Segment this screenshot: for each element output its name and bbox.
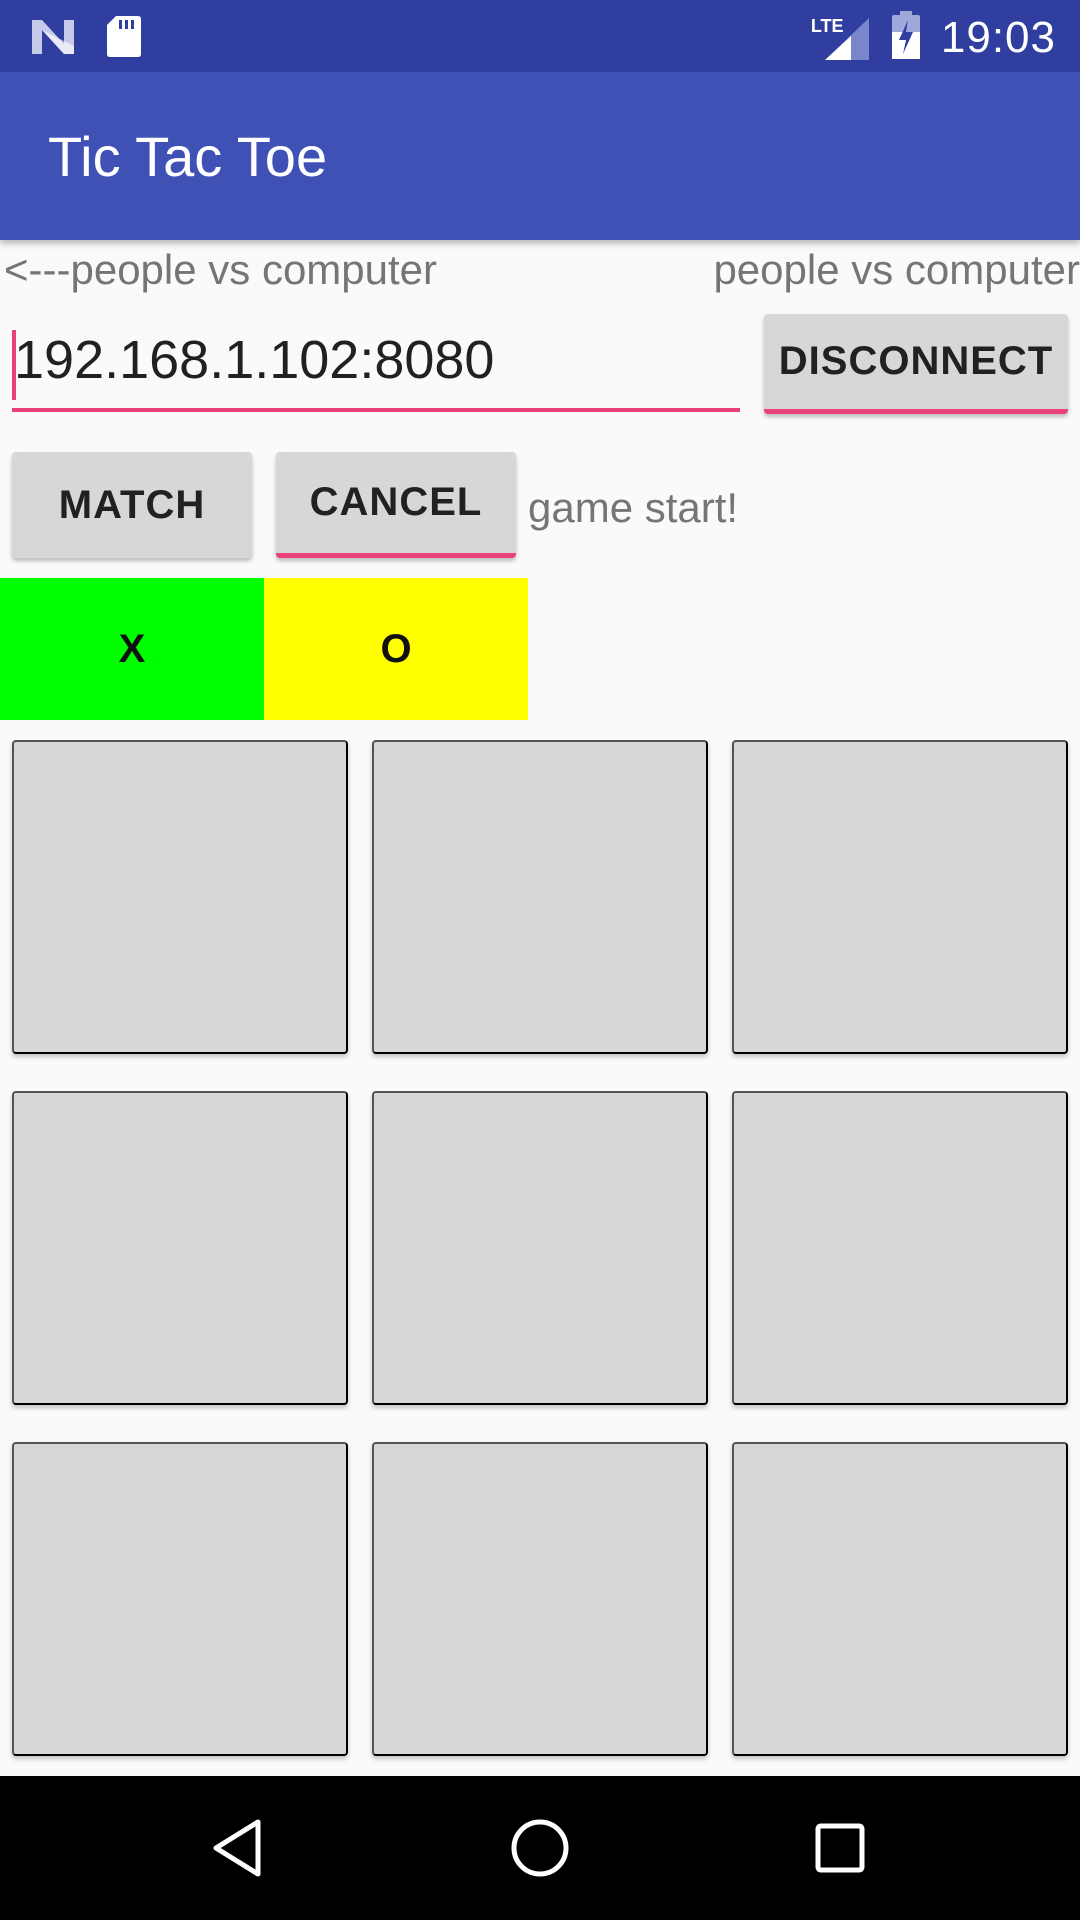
- navigation-bar: [0, 1776, 1080, 1920]
- lte-label: LTE: [810, 15, 844, 36]
- sd-card-icon: [106, 14, 142, 63]
- recent-apps-icon[interactable]: [804, 1812, 876, 1884]
- app-bar: Tic Tac Toe: [0, 72, 1080, 240]
- home-icon[interactable]: [504, 1812, 576, 1884]
- board-cell-5[interactable]: [372, 1091, 708, 1405]
- cancel-button[interactable]: CANCEL: [276, 452, 516, 558]
- board-cell-3[interactable]: [732, 740, 1068, 1054]
- status-bar: LTE 19:03: [0, 0, 1080, 72]
- board-cell-4[interactable]: [12, 1091, 348, 1405]
- player-o-indicator: O: [264, 578, 528, 720]
- match-button[interactable]: MATCH: [12, 452, 252, 558]
- lte-signal-icon: LTE: [811, 14, 871, 62]
- mode-label-left: <---people vs computer: [4, 246, 438, 293]
- board-cell-1[interactable]: [12, 740, 348, 1054]
- board-cell-9[interactable]: [732, 1442, 1068, 1756]
- server-address-input[interactable]: [12, 318, 740, 412]
- player-x-indicator: X: [0, 578, 264, 720]
- app-title: Tic Tac Toe: [48, 125, 328, 188]
- game-status-text: game start!: [528, 484, 739, 531]
- clock: 19:03: [940, 12, 1056, 62]
- battery-charging-icon: [891, 10, 921, 65]
- mode-label-right: people vs computer: [713, 246, 1080, 293]
- board-cell-8[interactable]: [372, 1442, 708, 1756]
- notification-n-icon: [30, 16, 76, 61]
- disconnect-button[interactable]: DISCONNECT: [764, 314, 1068, 414]
- board-cell-2[interactable]: [372, 740, 708, 1054]
- text-cursor: [12, 330, 16, 400]
- back-icon[interactable]: [204, 1812, 276, 1884]
- board-cell-6[interactable]: [732, 1091, 1068, 1405]
- board-cell-7[interactable]: [12, 1442, 348, 1756]
